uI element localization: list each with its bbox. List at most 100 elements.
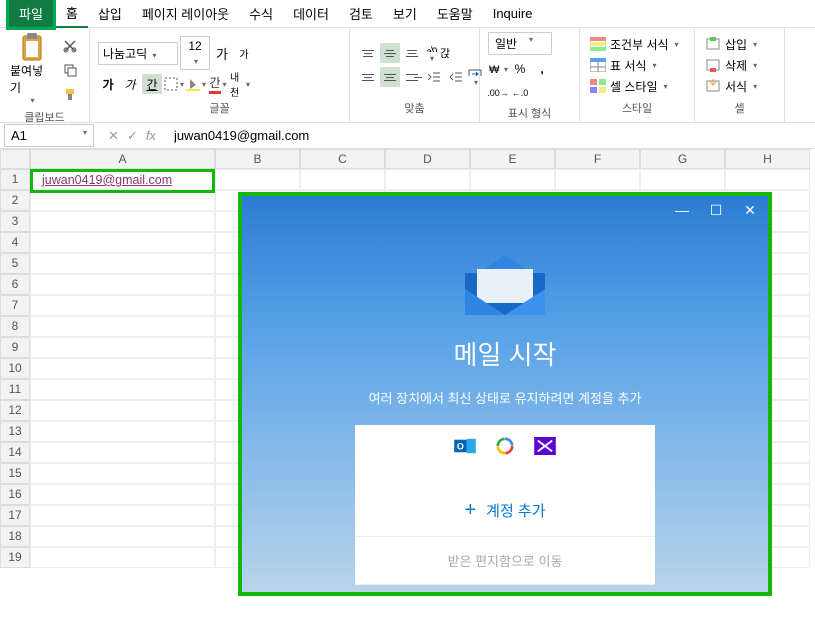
col-header-c[interactable]: C: [300, 149, 385, 169]
row-header[interactable]: 13: [0, 421, 30, 442]
minimize-button[interactable]: —: [674, 202, 690, 219]
cancel-formula-button[interactable]: ✕: [108, 128, 119, 144]
cell[interactable]: [30, 337, 215, 358]
tab-home[interactable]: 홈: [56, 0, 88, 28]
row-header[interactable]: 18: [0, 526, 30, 547]
name-box[interactable]: A1 ▾: [4, 124, 94, 147]
cell[interactable]: [30, 295, 215, 316]
row-header[interactable]: 8: [0, 316, 30, 337]
col-header-e[interactable]: E: [470, 149, 555, 169]
cell[interactable]: [215, 169, 300, 190]
align-center-button[interactable]: [380, 67, 400, 87]
percent-button[interactable]: %: [510, 59, 530, 79]
cell[interactable]: [30, 379, 215, 400]
wrap-text-button[interactable]: 갅: [440, 43, 450, 63]
table-format-button[interactable]: 표 서식▾: [588, 56, 681, 75]
row-header[interactable]: 1: [0, 169, 30, 190]
row-header[interactable]: 11: [0, 379, 30, 400]
cell-style-button[interactable]: 셀 스타일▾: [588, 77, 681, 96]
paste-button[interactable]: 붙여넣기▾: [8, 32, 55, 107]
row-header[interactable]: 12: [0, 400, 30, 421]
align-middle-button[interactable]: [380, 43, 400, 63]
row-header[interactable]: 16: [0, 484, 30, 505]
cell[interactable]: [30, 526, 215, 547]
cell[interactable]: [30, 190, 215, 211]
cell[interactable]: [30, 400, 215, 421]
row-header[interactable]: 4: [0, 232, 30, 253]
accounting-button[interactable]: ₩▾: [488, 59, 508, 79]
cell[interactable]: [30, 442, 215, 463]
decrease-indent-button[interactable]: [424, 67, 444, 87]
comma-button[interactable]: ,: [532, 59, 552, 79]
tab-review[interactable]: 검토: [339, 0, 383, 27]
cut-button[interactable]: [59, 35, 81, 57]
cell[interactable]: [385, 169, 470, 190]
cell[interactable]: [30, 421, 215, 442]
conditional-format-button[interactable]: 조건부 서식▾: [588, 35, 681, 54]
cell[interactable]: [30, 484, 215, 505]
row-header[interactable]: 7: [0, 295, 30, 316]
tab-view[interactable]: 보기: [383, 0, 427, 27]
font-color-button[interactable]: 간▾: [208, 74, 228, 94]
insert-cells-button[interactable]: 삽입▾: [703, 35, 759, 54]
cell[interactable]: [470, 169, 555, 190]
font-size-select[interactable]: 12 ▾: [180, 36, 210, 70]
col-header-d[interactable]: D: [385, 149, 470, 169]
cell-a1-link[interactable]: juwan0419@gmail.com: [38, 171, 176, 189]
cell[interactable]: [30, 232, 215, 253]
maximize-button[interactable]: ☐: [708, 202, 724, 219]
row-header[interactable]: 3: [0, 211, 30, 232]
col-header-f[interactable]: F: [555, 149, 640, 169]
increase-decimal-button[interactable]: .00→: [488, 83, 508, 103]
cell[interactable]: [30, 211, 215, 232]
decrease-font-button[interactable]: 가: [234, 43, 254, 63]
format-cells-button[interactable]: 서식▾: [703, 77, 759, 96]
col-header-a[interactable]: A: [30, 149, 215, 169]
row-header[interactable]: 2: [0, 190, 30, 211]
cell[interactable]: [30, 274, 215, 295]
border-button[interactable]: ▾: [164, 74, 184, 94]
align-top-button[interactable]: [358, 43, 378, 63]
tab-insert[interactable]: 삽입: [88, 0, 132, 27]
cell[interactable]: [30, 253, 215, 274]
orientation-button[interactable]: ab▾: [424, 43, 438, 63]
align-left-button[interactable]: [358, 67, 378, 87]
increase-indent-button[interactable]: [446, 67, 466, 87]
bold-button[interactable]: 가: [98, 74, 118, 94]
goto-inbox-button[interactable]: 받은 편지함으로 이동: [355, 537, 655, 585]
fill-color-button[interactable]: ▾: [186, 74, 206, 94]
cell[interactable]: [640, 169, 725, 190]
number-format-select[interactable]: 일반 ▾: [488, 32, 552, 55]
enter-formula-button[interactable]: ✓: [127, 128, 138, 144]
row-header[interactable]: 15: [0, 463, 30, 484]
cell[interactable]: [30, 463, 215, 484]
close-button[interactable]: ✕: [742, 202, 758, 219]
phonetic-button[interactable]: 내천▾: [230, 74, 250, 94]
cell[interactable]: [30, 505, 215, 526]
increase-font-button[interactable]: 가: [212, 43, 232, 63]
cell[interactable]: [30, 358, 215, 379]
col-header-g[interactable]: G: [640, 149, 725, 169]
tab-page-layout[interactable]: 페이지 레이아웃: [132, 0, 239, 27]
row-header[interactable]: 14: [0, 442, 30, 463]
tab-help[interactable]: 도움말: [427, 0, 483, 27]
decrease-decimal-button[interactable]: ←.0: [510, 83, 530, 103]
align-bottom-button[interactable]: [402, 43, 422, 63]
row-header[interactable]: 10: [0, 358, 30, 379]
align-right-button[interactable]: [402, 67, 422, 87]
cell[interactable]: [300, 169, 385, 190]
tab-formulas[interactable]: 수식: [239, 0, 283, 27]
font-name-select[interactable]: 나눔고딕 ▾: [98, 42, 178, 65]
cell[interactable]: [30, 316, 215, 337]
col-header-b[interactable]: B: [215, 149, 300, 169]
fx-button[interactable]: fx: [146, 128, 156, 143]
col-header-h[interactable]: H: [725, 149, 810, 169]
tab-inquire[interactable]: Inquire: [483, 2, 543, 25]
row-header[interactable]: 6: [0, 274, 30, 295]
add-account-button[interactable]: + 계정 추가: [355, 485, 655, 537]
tab-data[interactable]: 데이터: [283, 0, 339, 27]
row-header[interactable]: 19: [0, 547, 30, 568]
underline-button[interactable]: 간: [142, 74, 162, 94]
select-all-corner[interactable]: [0, 149, 30, 169]
italic-button[interactable]: 가: [120, 74, 140, 94]
